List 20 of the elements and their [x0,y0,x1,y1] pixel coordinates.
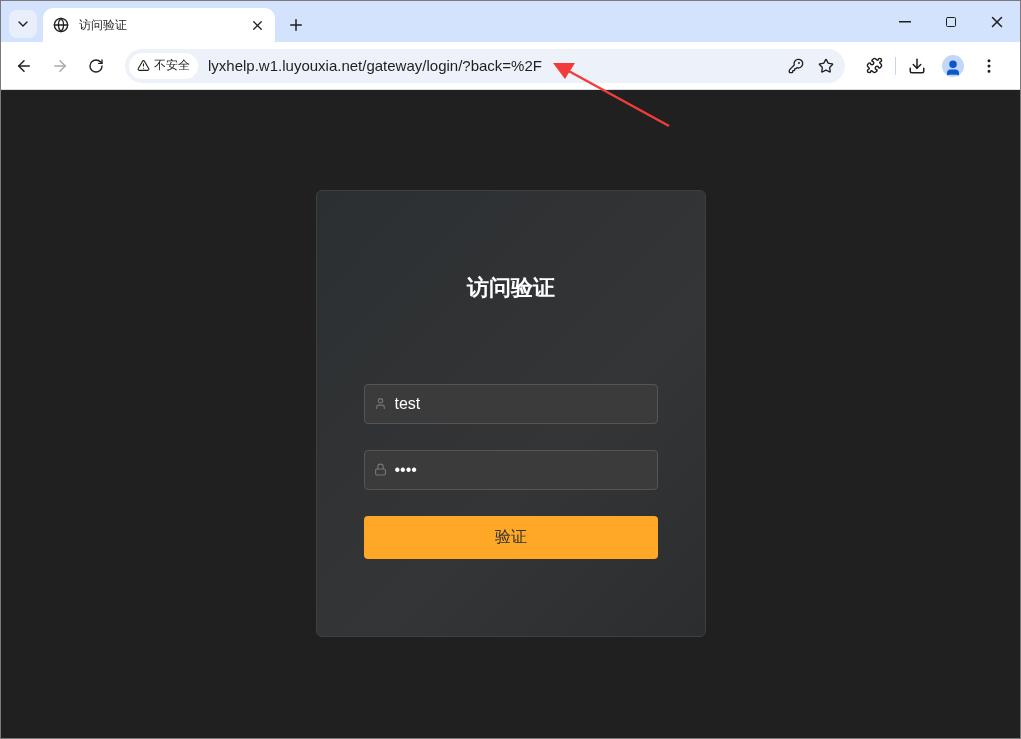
user-icon [373,397,387,410]
tab-search-button[interactable] [9,10,37,38]
warning-icon [137,59,150,72]
login-title: 访问验证 [466,274,555,302]
verify-button[interactable]: 验证 [363,516,658,559]
url-text: lyxhelp.w1.luyouxia.net/gateway/login/?back=%2F [208,57,543,74]
username-field[interactable]: test [363,384,658,424]
security-chip[interactable]: 不安全 [129,52,198,79]
lock-icon [373,463,387,476]
browser-tab[interactable]: 访问验证 [43,8,275,42]
plus-icon [287,16,305,34]
minimize-icon [899,20,911,23]
globe-icon [53,17,69,33]
maximize-icon [945,15,957,28]
avatar-icon [942,54,964,77]
password-field[interactable]: •••• [363,450,658,490]
reload-icon [88,57,104,74]
security-label: 不安全 [154,57,190,74]
address-bar[interactable]: 不安全 lyxhelp.w1.luyouxia.net/gateway/login/?back=%2F [125,48,845,83]
tab-title: 访问验证 [79,16,128,34]
